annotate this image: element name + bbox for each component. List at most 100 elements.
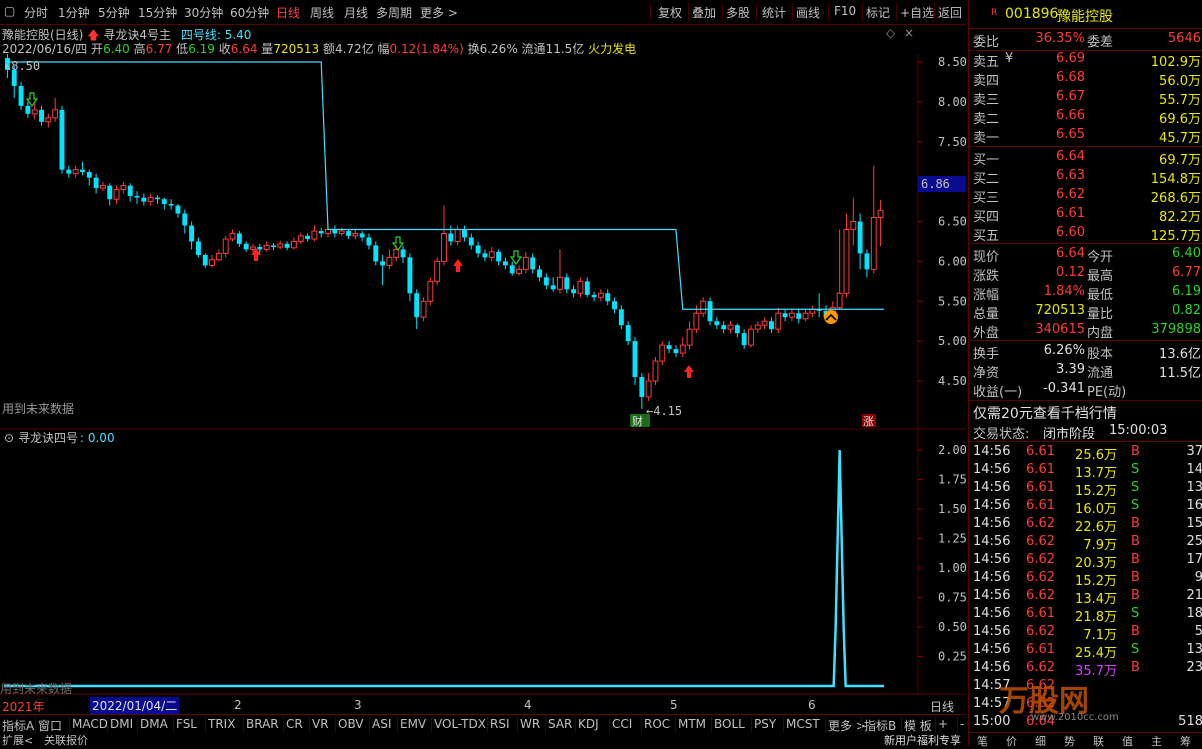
candle [782, 309, 788, 322]
tick-side: B [1131, 516, 1140, 531]
close-icon[interactable]: × [904, 26, 914, 40]
tab-fenshi[interactable]: 分时 [24, 4, 48, 21]
tick-price: 6.61 [1026, 498, 1055, 513]
quote-value: 1.84% [1043, 284, 1085, 299]
fuquan-button[interactable]: 复权 [658, 4, 682, 21]
stock-code: 001896 [1005, 6, 1059, 22]
indicator-tab-7[interactable]: BRAR [246, 717, 279, 731]
candle [761, 317, 768, 330]
ask-row[interactable]: 卖二 6.66 69.6万 [969, 107, 1202, 127]
panel-tab-0[interactable]: 笔 [977, 733, 988, 749]
indicator-tab-8[interactable]: CR [286, 717, 303, 731]
panel-tab-3[interactable]: 势 [1064, 733, 1075, 749]
bid-row[interactable]: 买一 6.64 69.7万 [969, 148, 1202, 168]
ask-label: 卖一 [973, 131, 1000, 146]
indicator-tab-14[interactable]: RSI [490, 717, 510, 731]
tick-price: 6.62 [1026, 660, 1055, 675]
back-button[interactable]: 返回 [938, 4, 962, 21]
candle [79, 161, 85, 176]
candle [462, 225, 467, 242]
indicator-tab-27[interactable]: + [938, 717, 948, 731]
indicator-tab-3[interactable]: DMI [110, 717, 133, 731]
candle [99, 181, 106, 192]
candle [850, 197, 857, 246]
panel-tab-7[interactable]: 筹 [1180, 733, 1191, 749]
bid-row[interactable]: 买五 6.60 125.7万 [969, 224, 1202, 244]
ask-row[interactable]: 卖一 6.65 45.7万 [969, 126, 1202, 146]
panel-tab-6[interactable]: 主 [1151, 733, 1162, 749]
multi-stock-button[interactable]: 多股 [726, 4, 750, 21]
indicator-tab-15[interactable]: WR [520, 717, 540, 731]
limit-up-badge[interactable]: 涨 [863, 415, 874, 428]
promo-text[interactable]: 仅需20元查看千档行情 [973, 403, 1117, 423]
overlay-button[interactable]: 叠加 [692, 4, 716, 21]
tab-icon[interactable]: ▢ [4, 4, 15, 18]
draw-line-button[interactable]: 画线 [796, 4, 820, 21]
tab-more[interactable]: 更多 > [420, 4, 458, 21]
candle [386, 249, 393, 270]
tab-multi-period[interactable]: 多周期 [376, 4, 412, 21]
mark-button[interactable]: 标记 [866, 4, 890, 21]
indicator-tab-13[interactable]: VOL-TDX [434, 717, 486, 731]
indicator-tab-17[interactable]: KDJ [578, 717, 599, 731]
f10-button[interactable]: F10 [834, 4, 856, 18]
panel-tab-5[interactable]: 值 [1122, 733, 1133, 749]
candle [625, 321, 631, 346]
indicator-tab-23[interactable]: MCST [786, 717, 820, 731]
candle [612, 297, 617, 314]
quote-label: 涨幅 [973, 288, 1000, 303]
kline-chart-area[interactable]: 8.508.007.507.006.506.005.505.004.50 6.8… [0, 54, 966, 696]
tab-30min[interactable]: 30分钟 [184, 4, 223, 21]
tab-monthly[interactable]: 月线 [344, 4, 368, 21]
ask-price: 6.67 [1056, 89, 1085, 104]
indicator-tab-6[interactable]: TRIX [208, 717, 235, 731]
tick-price: 6.61 [1026, 480, 1055, 495]
panel-tab-1[interactable]: 价 [1006, 733, 1017, 749]
ask-row[interactable]: 卖四 6.68 56.0万 [969, 69, 1202, 89]
stats-button[interactable]: 统计 [762, 4, 786, 21]
indicator-tab-20[interactable]: MTM [678, 717, 706, 731]
kline-chart-svg[interactable]: 8.508.007.507.006.506.005.505.004.50 6.8… [0, 54, 966, 714]
panel-tab-2[interactable]: 细 [1035, 733, 1046, 749]
indicator-tab-22[interactable]: PSY [754, 717, 776, 731]
indicator-tab-16[interactable]: SAR [548, 717, 572, 731]
indicator-tab-5[interactable]: FSL [176, 717, 197, 731]
indicator-tab-2[interactable]: MACD [72, 717, 108, 731]
candle [639, 373, 645, 409]
indicator-tab-10[interactable]: OBV [338, 717, 364, 731]
candle [209, 254, 216, 268]
tick-side: B [1131, 570, 1140, 585]
tab-weekly[interactable]: 周线 [310, 4, 334, 21]
tick-time: 14:56 [973, 462, 1011, 477]
tab-15min[interactable]: 15分钟 [138, 4, 177, 21]
sub-indicator-title[interactable]: 寻龙诀四号 [18, 431, 78, 445]
sub-indicator-dropdown-icon[interactable]: ⊙ [4, 431, 14, 445]
indicator-tab-21[interactable]: BOLL [714, 717, 745, 731]
period-label[interactable]: 日线 [930, 698, 954, 715]
indicator-tab-18[interactable]: CCI [612, 717, 632, 731]
candle [93, 173, 99, 194]
tick-side: S [1131, 498, 1140, 513]
indicator-tab-12[interactable]: EMV [400, 717, 426, 731]
tab-1min[interactable]: 1分钟 [58, 4, 90, 21]
ask-row[interactable]: 卖五 ¥6.69 102.9万 [969, 50, 1202, 70]
indicator-tab-19[interactable]: ROC [644, 717, 670, 731]
indicator-tab-4[interactable]: DMA [140, 717, 168, 731]
bid-row[interactable]: 买三 6.62 268.6万 [969, 186, 1202, 206]
tab-5min[interactable]: 5分钟 [98, 4, 130, 21]
ask-row[interactable]: 卖三 6.67 55.7万 [969, 88, 1202, 108]
candle [168, 199, 174, 210]
sell-arrow-icon [25, 92, 39, 108]
tab-daily[interactable]: 日线 [276, 4, 300, 21]
bid-row[interactable]: 买四 6.61 82.2万 [969, 205, 1202, 225]
panel-tab-4[interactable]: 联 [1093, 733, 1104, 749]
bid-row[interactable]: 买二 6.63 154.8万 [969, 167, 1202, 187]
tab-60min[interactable]: 60分钟 [230, 4, 269, 21]
diamond-icon[interactable]: ◇ [886, 26, 895, 40]
finance-badge[interactable]: 财 [632, 414, 643, 428]
indicator-tab-9[interactable]: VR [312, 717, 329, 731]
indicator-tab-11[interactable]: ASI [372, 717, 391, 731]
indicator-tab-28[interactable]: - [960, 717, 964, 731]
tick-row: 14:56 6.62 35.7万 B 23 [969, 659, 1202, 679]
add-watchlist-button[interactable]: +自选 [900, 4, 934, 21]
